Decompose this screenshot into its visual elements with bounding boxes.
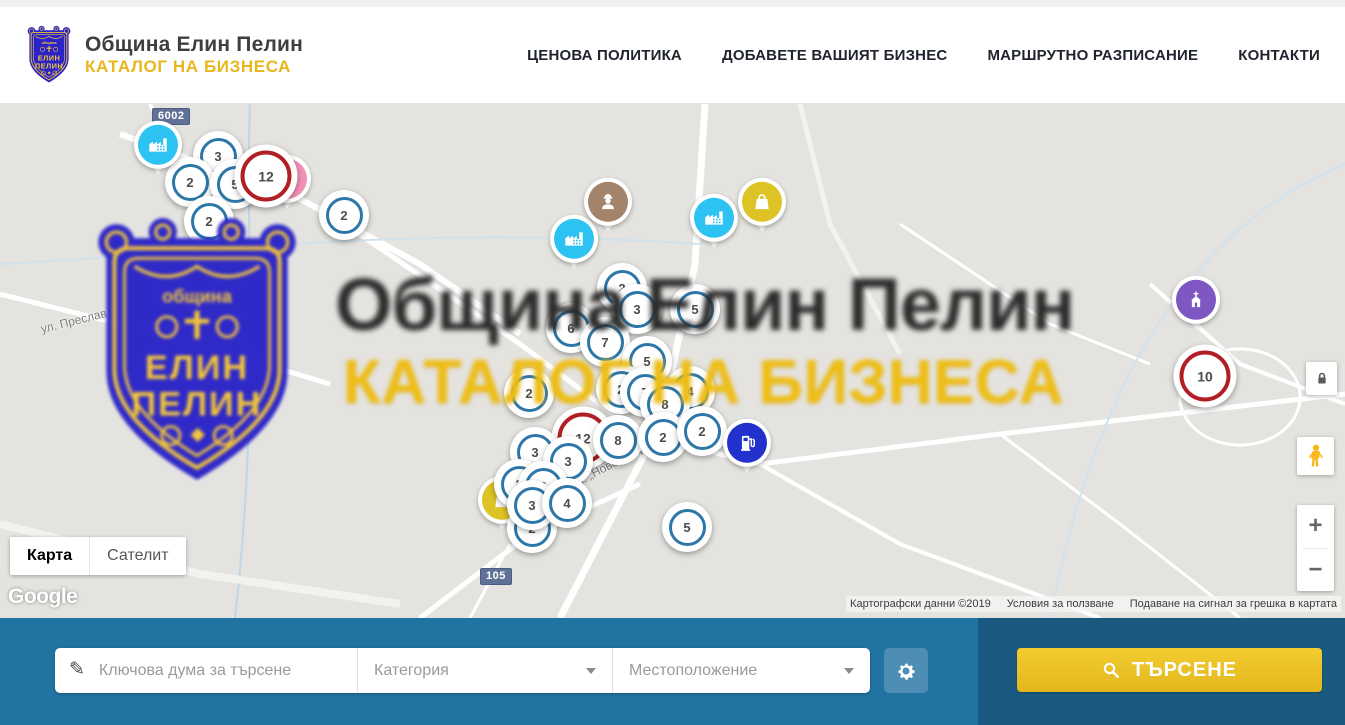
- zoom-control: + −: [1297, 505, 1334, 591]
- attribution-copyright: Картографски данни ©2019: [850, 598, 991, 610]
- pencil-icon: ✎: [69, 658, 85, 681]
- site-subtitle: КАТАЛОГ НА БИЗНЕСА: [85, 57, 303, 77]
- cluster-count: 3: [633, 302, 640, 317]
- cluster-count: 7: [601, 335, 608, 350]
- lock-icon: [1314, 370, 1330, 387]
- nav-link[interactable]: ДОБАВЕТЕ ВАШИЯТ БИЗНЕС: [722, 47, 947, 64]
- brand[interactable]: община ЕЛИН ПЕЛИН Община Елин Пелин КАТА…: [25, 25, 303, 86]
- nav-link[interactable]: МАРШРУТНО РАЗПИСАНИЕ: [987, 47, 1198, 64]
- report-map-error-link[interactable]: Подаване на сигнал за грешка в картата: [1130, 598, 1337, 610]
- map-cluster-marker[interactable]: 2: [677, 406, 727, 456]
- location-select-label: Местоположение: [629, 662, 757, 680]
- marker-disc: [1172, 276, 1220, 324]
- cluster-count: 5: [691, 302, 698, 317]
- map-cluster-marker[interactable]: 5: [662, 502, 712, 552]
- keyword-field-wrap: ✎: [55, 648, 357, 693]
- marker-disc: [690, 194, 738, 242]
- cluster-count: 2: [525, 386, 532, 401]
- search-icon: [1102, 661, 1120, 679]
- shopping-bag-icon: [751, 191, 773, 213]
- factory-icon: [147, 134, 169, 156]
- map-attribution: Картографски данни ©2019 Условия за полз…: [846, 596, 1341, 612]
- map-cluster-marker[interactable]: 5: [670, 284, 720, 334]
- cluster-count: 2: [698, 424, 705, 439]
- search-button-label: ТЪРСЕНЕ: [1132, 659, 1237, 682]
- marker-disc: [738, 178, 786, 226]
- zoom-in-button[interactable]: +: [1297, 505, 1334, 548]
- top-strip: [0, 0, 1345, 7]
- search-panel: ✎ Категория Местоположение: [55, 648, 870, 693]
- zoom-out-button[interactable]: −: [1297, 549, 1334, 592]
- search-bar: ✎ Категория Местоположение ТЪРСЕНЕ: [0, 618, 1345, 725]
- map-cluster-marker[interactable]: 10: [1174, 345, 1237, 408]
- map-lock-button[interactable]: [1306, 362, 1337, 395]
- terms-of-use-link[interactable]: Условия за ползване: [1007, 598, 1114, 610]
- fuel-pump-icon: [736, 432, 758, 454]
- map-poi-marker-factory[interactable]: [134, 121, 182, 185]
- chevron-down-icon: [844, 668, 854, 674]
- marker-disc: [134, 121, 182, 169]
- keyword-search-input[interactable]: [97, 661, 343, 681]
- nav-link[interactable]: КОНТАКТИ: [1238, 47, 1320, 64]
- construction-worker-icon: [597, 191, 619, 213]
- map-canvas[interactable]: 325122223567522748128223338234510 община…: [0, 104, 1345, 618]
- search-button[interactable]: ТЪРСЕНЕ: [1017, 648, 1322, 692]
- map-cluster-marker[interactable]: 4: [542, 478, 592, 528]
- map-cluster-marker[interactable]: 2: [184, 196, 234, 246]
- cluster-count: 12: [258, 168, 274, 184]
- map-cluster-marker[interactable]: 2: [504, 368, 554, 418]
- cluster-count: 3: [564, 454, 571, 469]
- cluster-count: 2: [205, 214, 212, 229]
- cluster-count: 8: [661, 397, 668, 412]
- marker-disc: [584, 178, 632, 226]
- pegman-icon: [1305, 443, 1327, 469]
- cluster-count: 6: [567, 321, 574, 336]
- cluster-count: 2: [659, 430, 666, 445]
- chevron-down-icon: [586, 668, 596, 674]
- location-select[interactable]: Местоположение: [612, 648, 870, 693]
- church-icon: [1185, 289, 1207, 311]
- crest-text-top: община: [41, 40, 57, 45]
- municipality-crest-logo: община ЕЛИН ПЕЛИН: [25, 25, 73, 86]
- main-nav: ЦЕНОВА ПОЛИТИКА ДОБАВЕТЕ ВАШИЯТ БИЗНЕС МАР…: [527, 47, 1320, 64]
- cluster-count: 3: [531, 445, 538, 460]
- markers-layer: 325122223567522748128223338234510: [0, 104, 1345, 618]
- cluster-count: 2: [340, 208, 347, 223]
- crest-text-line2: ПЕЛИН: [35, 61, 63, 70]
- map-poi-marker-worker[interactable]: [584, 178, 632, 242]
- map-poi-marker-factory[interactable]: [690, 194, 738, 258]
- cluster-count: 4: [563, 496, 570, 511]
- factory-icon: [563, 228, 585, 250]
- map-poi-marker-bag[interactable]: [738, 178, 786, 242]
- map-type-satellite-button[interactable]: Сателит: [89, 537, 185, 575]
- nav-link[interactable]: ЦЕНОВА ПОЛИТИКА: [527, 47, 682, 64]
- cluster-count: 8: [614, 433, 621, 448]
- category-select[interactable]: Категория: [357, 648, 612, 693]
- map-type-map-button[interactable]: Карта: [10, 537, 89, 575]
- cluster-count: 5: [683, 520, 690, 535]
- street-view-pegman-button[interactable]: [1297, 437, 1334, 475]
- map-poi-marker-gas[interactable]: [723, 419, 771, 483]
- cluster-count: 3: [528, 498, 535, 513]
- cluster-count: 2: [186, 175, 193, 190]
- advanced-settings-button[interactable]: [884, 648, 928, 693]
- map-cluster-marker[interactable]: 8: [593, 415, 643, 465]
- site-title: Община Елин Пелин: [85, 33, 303, 57]
- category-select-label: Категория: [374, 662, 449, 680]
- map-cluster-marker[interactable]: 12: [235, 145, 298, 208]
- gear-icon: [895, 660, 917, 682]
- map-cluster-marker[interactable]: 2: [319, 190, 369, 240]
- cluster-count: 10: [1197, 368, 1213, 384]
- map-type-control: Карта Сателит: [10, 537, 186, 575]
- header: община ЕЛИН ПЕЛИН Община Елин Пелин КАТА…: [0, 7, 1345, 104]
- marker-disc: [723, 419, 771, 467]
- map-poi-marker-church[interactable]: [1172, 276, 1220, 340]
- factory-icon: [703, 207, 725, 229]
- cluster-count: 3: [214, 149, 221, 164]
- google-logo[interactable]: Google: [8, 585, 77, 609]
